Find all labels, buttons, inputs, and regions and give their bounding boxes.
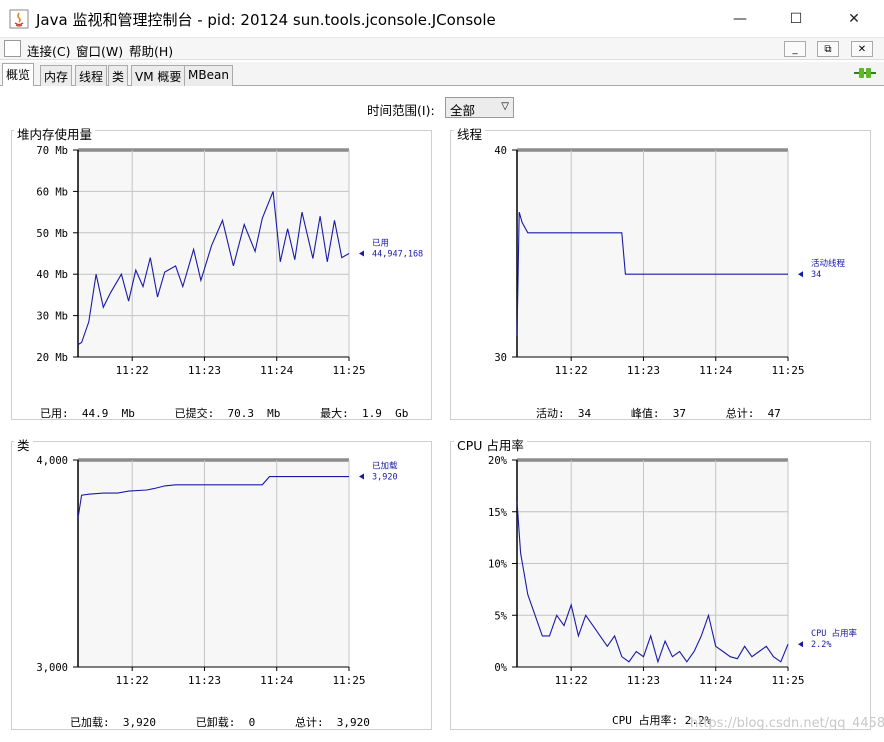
y-tick-label: 15%: [488, 507, 508, 519]
classes-stats: 已加载: 3,920 已卸载: 0 总计: 3,920: [70, 716, 370, 729]
minimize-button[interactable]: —: [712, 0, 768, 38]
legend-value: 44,947,168: [372, 250, 423, 260]
y-tick-label: 0%: [494, 662, 507, 674]
plot-area: [78, 150, 349, 357]
y-tick-label: 70 Mb: [36, 145, 68, 157]
x-tick-label: 11:23: [627, 674, 660, 687]
tab-overview[interactable]: 概览: [2, 63, 35, 87]
x-tick-label: 11:23: [188, 674, 221, 687]
y-tick-label: 40: [494, 145, 507, 157]
x-tick-label: 11:24: [260, 674, 293, 687]
y-tick-label: 50 Mb: [36, 228, 68, 240]
java-frame-icon[interactable]: [4, 40, 21, 57]
maximize-button[interactable]: ☐: [768, 0, 824, 38]
y-tick-label: 3,000: [36, 662, 68, 674]
legend-marker-icon: [798, 271, 803, 278]
legend-label: 已加载: [372, 461, 398, 472]
legend-marker-icon: [359, 473, 364, 480]
legend-label: 已用: [372, 239, 389, 249]
internal-restore-button[interactable]: ⧉: [817, 41, 839, 57]
internal-minimize-button[interactable]: _: [784, 41, 806, 57]
cpu-chart: 11:22 11:23 11:24 11:25 0% 5% 10% 15% 20% CPU 占用率…: [488, 455, 857, 687]
window-title: Java 监视和管理控制台 - pid: 20124 sun.tools.jco…: [36, 11, 496, 29]
legend-value: 3,920: [372, 473, 398, 483]
y-tick-label: 10%: [488, 559, 508, 571]
x-tick-label: 11:24: [260, 364, 293, 377]
y-tick-label: 30: [494, 352, 507, 364]
x-tick-label: 11:25: [332, 674, 365, 687]
threads-chart: 11:22 11:23 11:24 11:25 30 40 活动线程34: [494, 145, 846, 377]
tab-threads[interactable]: 线程: [75, 65, 108, 86]
heap-chart: 11:22 11:23 11:24 11:25 20 Mb 30 Mb 40 Mb 50 Mb…: [36, 145, 423, 377]
time-range-label: 时间范围(I):: [367, 103, 435, 118]
x-tick-label: 11:23: [188, 364, 221, 377]
connection-plug-icon: [854, 68, 876, 78]
tab-vm-summary[interactable]: VM 概要: [131, 65, 186, 86]
title-bar: Java 监视和管理控制台 - pid: 20124 sun.tools.jco…: [0, 0, 884, 38]
y-tick-label: 60 Mb: [36, 186, 68, 198]
menu-bar: 连接(C) 窗口(W) 帮助(H) _ ⧉ ✕: [0, 38, 884, 60]
x-tick-label: 11:25: [332, 364, 365, 377]
tab-classes[interactable]: 类: [108, 65, 129, 86]
x-tick-label: 11:25: [771, 364, 804, 377]
chevron-down-icon: ▽: [501, 101, 509, 112]
y-tick-label: 20%: [488, 455, 508, 467]
watermark: https://blog.csdn.net/qq_4458785: [690, 716, 884, 731]
plot-area: [78, 460, 349, 667]
y-tick-label: 20 Mb: [36, 352, 68, 364]
x-tick-label: 11:24: [699, 674, 732, 687]
y-tick-label: 4,000: [36, 455, 68, 467]
menu-window[interactable]: 窗口(W): [76, 41, 123, 60]
menu-help[interactable]: 帮助(H): [129, 41, 173, 60]
legend-value: 34: [811, 270, 821, 280]
close-button[interactable]: ✕: [826, 0, 882, 38]
tab-memory[interactable]: 内存: [40, 65, 73, 86]
x-tick-label: 11:22: [555, 674, 588, 687]
time-range-value: 全部: [450, 103, 476, 118]
classes-chart: 11:22 11:23 11:24 11:25 3,000 4,000 已加载3,920: [36, 455, 398, 687]
legend-marker-icon: [359, 250, 364, 257]
y-tick-label: 40 Mb: [36, 269, 68, 281]
x-tick-label: 11:24: [699, 364, 732, 377]
y-tick-label: 30 Mb: [36, 311, 68, 323]
time-range-select[interactable]: 全部 ▽: [445, 97, 514, 118]
plot-area: [517, 150, 788, 357]
internal-close-button[interactable]: ✕: [851, 41, 873, 57]
legend-label: 活动线程: [811, 258, 846, 269]
legend-marker-icon: [798, 641, 803, 648]
x-tick-label: 11:23: [627, 364, 660, 377]
y-tick-label: 5%: [494, 610, 507, 622]
java-app-icon: [9, 9, 29, 29]
x-tick-label: 11:22: [555, 364, 588, 377]
legend-label: CPU 占用率: [811, 628, 857, 639]
x-tick-label: 11:22: [116, 364, 149, 377]
threads-stats: 活动: 34 峰值: 37 总计: 47: [536, 407, 781, 420]
tab-mbean[interactable]: MBean: [184, 65, 233, 86]
legend-value: 2.2%: [811, 640, 831, 650]
x-tick-label: 11:25: [771, 674, 804, 687]
menu-connect[interactable]: 连接(C): [27, 41, 70, 60]
x-tick-label: 11:22: [116, 674, 149, 687]
tab-strip: 概览 内存 线程 类 VM 概要 MBean: [0, 62, 884, 87]
heap-stats: 已用: 44.9 Mb 已提交: 70.3 Mb 最大: 1.9 Gb: [40, 407, 409, 420]
